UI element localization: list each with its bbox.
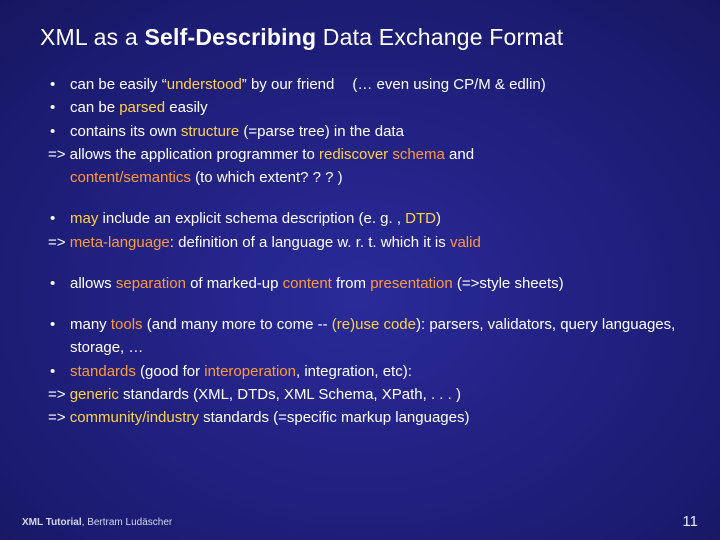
text: and (449, 146, 474, 163)
text: of marked-up (186, 275, 283, 292)
keyword-presentation: presentation (370, 275, 457, 292)
slide: XML as a Self-Describing Data Exchange F… (0, 0, 720, 540)
text: ” (242, 76, 251, 93)
text: standards (=specific markup languages) (199, 409, 470, 426)
keyword-parsed: parsed (119, 99, 165, 116)
keyword-understood: understood (167, 76, 242, 93)
keyword-separation: separation (116, 275, 186, 292)
text: (and many more to come -- (143, 316, 332, 333)
keyword-meta-language: meta-language (70, 234, 170, 251)
text: allows (70, 275, 116, 292)
bullet-group-2: may include an explicit schema descripti… (30, 207, 690, 254)
sub-generic-standards: => generic standards (XML, DTDs, XML Sch… (48, 383, 682, 406)
keyword-dtd: DTD (405, 210, 436, 227)
page-number: 11 (682, 513, 698, 530)
footer-title: XML Tutorial (22, 517, 82, 528)
bullet-standards: standards (good for interoperation, inte… (48, 360, 682, 383)
bullet-group-1: can be easily “understood” by our friend… (30, 73, 690, 189)
text: standards (XML, DTDs, XML Schema, XPath,… (119, 386, 461, 403)
text: (=>style sheets) (457, 275, 564, 292)
keyword-valid: valid (450, 234, 481, 251)
bullet-separation: allows separation of marked-up content f… (48, 272, 682, 295)
conclusion-meta-language: => meta-language: definition of a langua… (48, 231, 682, 254)
keyword-standards: standards (70, 363, 136, 380)
text: many (70, 316, 111, 333)
bullet-structure: contains its own structure (=parse tree)… (48, 120, 682, 143)
text: => (48, 234, 70, 251)
text: easily (165, 99, 208, 116)
text: by our friend (251, 76, 334, 93)
keyword-content-semantics: content/semantics (48, 169, 191, 186)
text: contains its own (70, 123, 181, 140)
sub-community-standards: => community/industry standards (=specif… (48, 406, 682, 429)
text: ) (436, 210, 441, 227)
bullet-tools: many tools (and many more to come -- (re… (48, 313, 682, 360)
title-strong: Self-Describing (145, 24, 317, 50)
text: (good for (136, 363, 204, 380)
footer: XML Tutorial, Bertram Ludäscher (22, 517, 172, 528)
keyword-schema: schema (392, 146, 449, 163)
keyword-may: may (70, 210, 103, 227)
text: from (336, 275, 370, 292)
text: can be (70, 99, 119, 116)
text: (… even using CP/M & edlin) (352, 76, 545, 93)
keyword-tools: tools (111, 316, 143, 333)
footer-author: Bertram Ludäscher (87, 517, 172, 528)
text: : definition of a language w. r. t. whic… (170, 234, 450, 251)
keyword-content: content (283, 275, 336, 292)
keyword-rediscover: rediscover (319, 146, 392, 163)
slide-title: XML as a Self-Describing Data Exchange F… (40, 24, 690, 51)
text: can be easily (70, 76, 162, 93)
keyword-community-industry: community/industry (70, 409, 199, 426)
title-post: Data Exchange Format (316, 24, 563, 50)
bullet-group-4: many tools (and many more to come -- (re… (30, 313, 690, 429)
bullet-understood: can be easily “understood” by our friend… (48, 73, 682, 96)
text: (to which extent? ? ? ) (191, 169, 343, 186)
text: , integration, etc): (296, 363, 412, 380)
title-pre: XML as a (40, 24, 145, 50)
text: => allows the application programmer to (48, 146, 319, 163)
text: => (48, 386, 70, 403)
keyword-reuse-code: (re)use code (332, 316, 416, 333)
bullet-parsed: can be parsed easily (48, 96, 682, 119)
text: => (48, 409, 70, 426)
text: (=parse tree) in the data (243, 123, 404, 140)
conclusion-rediscover: => allows the application programmer to … (48, 143, 682, 190)
bullet-group-3: allows separation of marked-up content f… (30, 272, 690, 295)
text: include an explicit schema description (… (103, 210, 406, 227)
bullet-dtd: may include an explicit schema descripti… (48, 207, 682, 230)
keyword-interoperation: interoperation (204, 363, 296, 380)
keyword-structure: structure (181, 123, 244, 140)
keyword-generic: generic (70, 386, 119, 403)
